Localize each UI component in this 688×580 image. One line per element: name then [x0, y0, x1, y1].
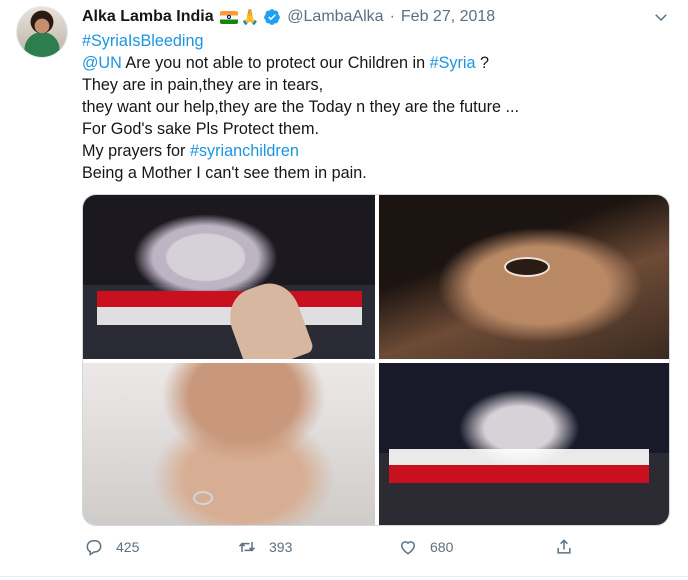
ring [193, 491, 213, 505]
hashtag-link[interactable]: #Syria [430, 54, 476, 72]
retweet-button[interactable]: 393 [237, 536, 292, 558]
reply-icon [86, 540, 102, 556]
tweet-text-line: they want our help,they are the Today n … [82, 96, 662, 118]
share-icon [557, 539, 571, 554]
media-photo-1[interactable] [83, 195, 375, 359]
author-handle[interactable]: @LambaAlka [287, 8, 383, 26]
folded-hands-emoji: 🙏 [240, 9, 260, 26]
like-count: 680 [430, 539, 454, 555]
retweet-count: 393 [269, 539, 293, 555]
tweet-text: #SyriaIsBleeding @UN Are you not able to … [82, 30, 662, 184]
reply-count: 425 [116, 539, 140, 555]
media-photo-4[interactable] [379, 363, 669, 525]
like-button[interactable]: 680 [398, 536, 453, 558]
heart-icon [400, 541, 416, 555]
hashtag-link[interactable]: #syrianchildren [190, 142, 299, 160]
media-photo-2[interactable] [379, 195, 669, 359]
tv-banner [389, 465, 649, 483]
tv-banner [97, 291, 362, 307]
tweet-text-line: They are in pain,they are in tears, [82, 74, 662, 96]
text-segment: For God's sake Pls Protect them. [82, 120, 319, 138]
mention-link[interactable]: @UN [82, 54, 122, 72]
text-segment: ? [475, 54, 489, 72]
tweet[interactable]: Alka Lamba India 🙏 @LambaAlka · Feb 27, … [0, 0, 688, 580]
text-segment: they want our help,they are the Today n … [82, 98, 520, 116]
media-photo-3[interactable] [83, 363, 375, 525]
tweet-text-line: My prayers for #syrianchildren [82, 140, 662, 162]
tweet-date[interactable]: Feb 27, 2018 [401, 8, 495, 26]
retweet-icon [238, 542, 256, 552]
divider [0, 576, 688, 577]
text-segment: My prayers for [82, 142, 190, 160]
verified-badge-icon [264, 9, 281, 25]
tweet-text-line: @UN Are you not able to protect our Chil… [82, 52, 662, 74]
tweet-header: Alka Lamba India 🙏 @LambaAlka · Feb 27, … [82, 6, 495, 28]
avatar[interactable] [16, 6, 68, 58]
tweet-text-line: For God's sake Pls Protect them. [82, 118, 662, 140]
hand [221, 275, 315, 359]
tweet-text-line: Being a Mother I can't see them in pain. [82, 162, 662, 184]
tv-caption-band [389, 449, 649, 465]
text-segment: They are in pain,they are in tears, [82, 76, 324, 94]
tweet-text-line: #SyriaIsBleeding [82, 30, 662, 52]
text-segment: Are you not able to protect our Children… [121, 54, 430, 72]
india-flag-icon [219, 10, 238, 24]
eye [504, 257, 550, 277]
hashtag-link[interactable]: #SyriaIsBleeding [82, 32, 203, 50]
chevron-down-icon[interactable] [652, 8, 670, 26]
text-segment: Being a Mother I can't see them in pain. [82, 164, 367, 182]
reply-button[interactable]: 425 [84, 536, 139, 558]
share-button[interactable] [554, 536, 574, 558]
media-grid [82, 194, 670, 526]
author-name[interactable]: Alka Lamba India [82, 8, 214, 26]
tweet-actions: 425 393 680 [82, 536, 670, 558]
separator-dot: · [389, 8, 395, 25]
